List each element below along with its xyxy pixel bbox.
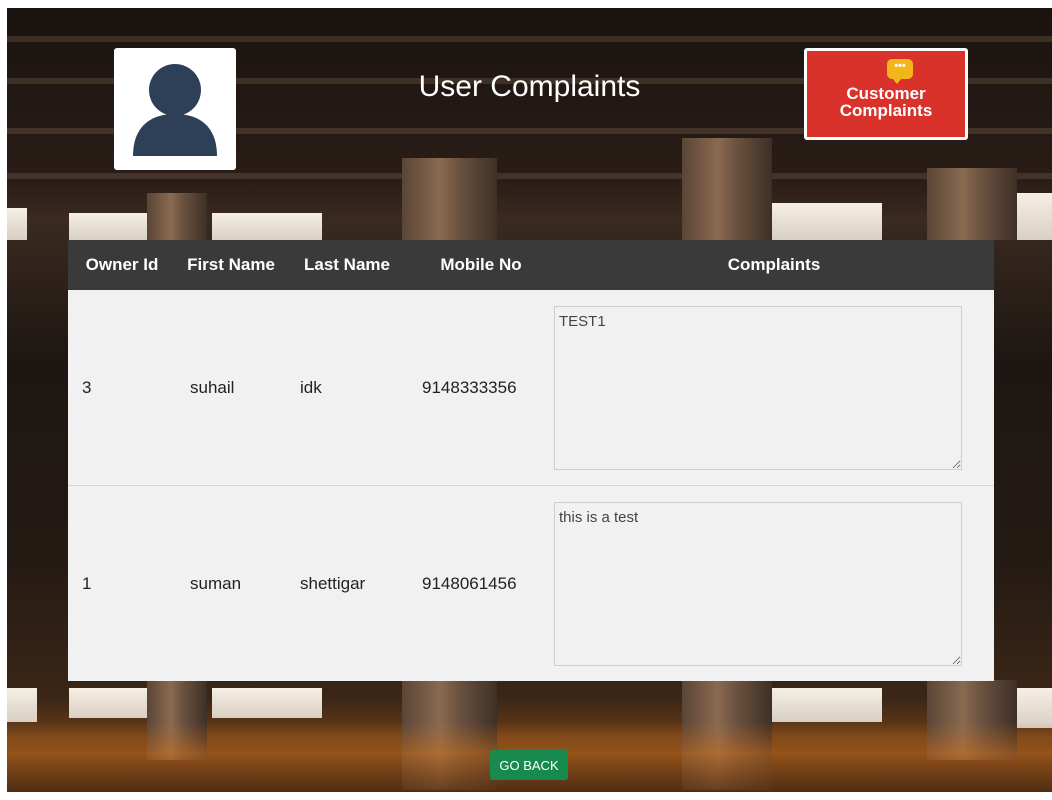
logo-background: ••• Customer Complaints xyxy=(807,51,965,137)
table-body: 3 suhail idk 9148333356 TEST1 1 suman sh… xyxy=(68,290,994,681)
column-header-complaints: Complaints xyxy=(727,255,821,274)
page-background: User Complaints ••• Customer Complaints … xyxy=(7,8,1052,792)
cell-owner-id: 1 xyxy=(68,485,176,681)
customer-complaints-logo: ••• Customer Complaints xyxy=(804,48,968,140)
column-header-first-name: First Name xyxy=(187,255,275,274)
bg-pillar xyxy=(682,138,772,240)
logo-text-line1: Customer xyxy=(846,84,926,103)
column-header-mobile-no: Mobile No xyxy=(440,255,522,274)
cell-complaint: TEST1 xyxy=(554,290,994,486)
bg-light xyxy=(69,688,149,718)
complaints-table: Owner Id First Name Last Name Mobile No … xyxy=(68,240,994,681)
bg-light xyxy=(1017,193,1052,240)
bg-pillar xyxy=(147,193,207,240)
table-row: 3 suhail idk 9148333356 TEST1 xyxy=(68,290,994,486)
table-header: Owner Id First Name Last Name Mobile No … xyxy=(68,240,994,290)
bg-light xyxy=(7,208,27,240)
cell-first-name: suman xyxy=(176,485,286,681)
bg-light xyxy=(772,203,882,240)
logo-text-line2: Complaints xyxy=(839,101,933,120)
chat-bubble-icon: ••• xyxy=(887,59,913,84)
table-header-row: Owner Id First Name Last Name Mobile No … xyxy=(68,240,994,290)
column-header-owner-id: Owner Id xyxy=(85,255,159,274)
user-avatar xyxy=(114,48,236,170)
cell-last-name: shettigar xyxy=(286,485,408,681)
go-back-button[interactable]: GO BACK xyxy=(490,750,568,780)
complaint-textarea[interactable]: this is a test xyxy=(554,501,962,666)
bg-pillar xyxy=(927,168,1017,240)
bg-beam xyxy=(7,36,1052,42)
bg-light xyxy=(7,688,37,722)
bg-pillar xyxy=(402,158,497,240)
cell-mobile: 9148333356 xyxy=(422,377,517,397)
bg-light xyxy=(69,213,159,240)
cell-mobile: 9148061456 xyxy=(408,485,554,681)
cell-owner-id: 3 xyxy=(82,377,92,397)
bg-light xyxy=(212,213,322,240)
bg-light xyxy=(772,688,882,722)
cell-complaint: this is a test xyxy=(554,485,994,681)
logo-text: Customer Complaints xyxy=(807,85,965,119)
cell-first-name: suhail xyxy=(190,377,235,397)
cell-last-name: idk xyxy=(300,377,322,397)
table-row: 1 suman shettigar 9148061456 this is a t… xyxy=(68,485,994,681)
complaint-textarea[interactable]: TEST1 xyxy=(554,305,962,470)
column-header-last-name: Last Name xyxy=(304,255,390,274)
bg-beam xyxy=(7,173,1052,179)
bg-light xyxy=(212,688,322,718)
